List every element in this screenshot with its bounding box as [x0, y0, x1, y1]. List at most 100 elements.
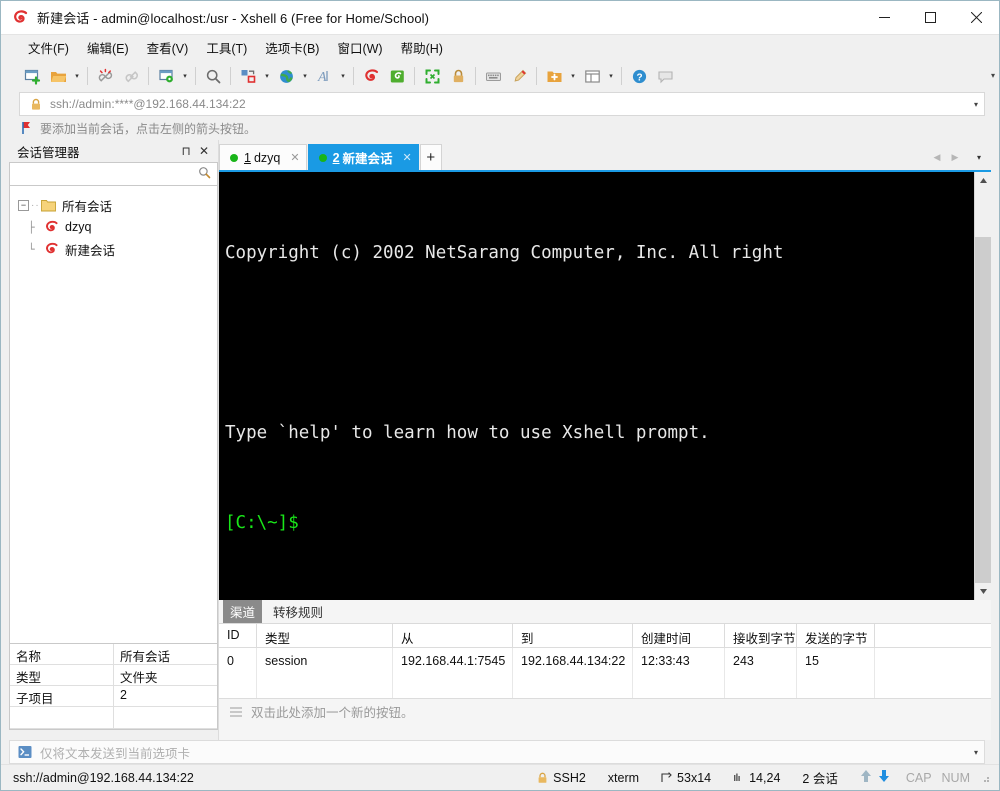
status-terminal-type[interactable]: xterm	[597, 771, 650, 785]
close-button[interactable]	[953, 1, 999, 35]
tree-node-label: 新建会话	[65, 243, 116, 258]
toolbar-separator	[353, 67, 354, 85]
scroll-up-icon[interactable]	[975, 172, 991, 189]
session-properties-icon[interactable]	[153, 64, 179, 88]
column-header-created[interactable]: 创建时间	[633, 624, 725, 647]
terminal-output[interactable]: Copyright (c) 2002 NetSarang Computer, I…	[219, 172, 974, 600]
send-text-bar[interactable]: 仅将文本发送到当前选项卡 ▾	[9, 740, 985, 764]
close-icon[interactable]: ✕	[196, 143, 212, 159]
lock-icon[interactable]	[445, 64, 471, 88]
tab-new-session[interactable]: 2 新建会话 ✕	[307, 144, 419, 170]
minimize-button[interactable]	[861, 1, 907, 35]
session-search-input[interactable]	[9, 162, 218, 186]
folder-icon	[41, 199, 56, 212]
chevron-down-icon[interactable]: ▾	[974, 100, 978, 109]
terminal-scrollbar[interactable]	[974, 172, 991, 600]
red-flag-icon	[21, 121, 33, 135]
split-layout-caret-icon[interactable]: ▾	[605, 64, 617, 88]
tab-prev-icon[interactable]: ◀	[929, 149, 945, 165]
column-header-received[interactable]: 接收到字节	[725, 624, 797, 647]
column-header-id[interactable]: ID	[219, 624, 257, 647]
address-bar[interactable]: ssh://admin:****@192.168.44.134:22 ▾	[19, 92, 985, 116]
menu-help[interactable]: 帮助(H)	[392, 35, 452, 60]
toolbar-overflow-icon[interactable]: ▾	[991, 71, 995, 80]
terminal-line: Type `help' to learn how to use Xshell p…	[225, 423, 710, 443]
tunnel-tab-forwarding-rules[interactable]: 转移规则	[266, 600, 330, 623]
open-folder-caret-icon[interactable]: ▾	[71, 64, 83, 88]
status-cursor-position[interactable]: 14,24	[722, 771, 791, 785]
status-session-count[interactable]: 2 会话	[791, 768, 848, 787]
status-protocol[interactable]: SSH2	[526, 771, 597, 785]
column-header-type[interactable]: 类型	[257, 624, 393, 647]
tree-connector: └	[28, 242, 35, 256]
send-text-input[interactable]: 仅将文本发送到当前选项卡	[40, 743, 190, 762]
resize-grip-icon[interactable]	[979, 772, 991, 784]
menu-tools[interactable]: 工具(T)	[197, 35, 256, 60]
window-controls	[861, 1, 999, 35]
add-to-folder-icon[interactable]	[541, 64, 567, 88]
property-value-empty	[114, 707, 217, 728]
tab-close-icon[interactable]: ✕	[290, 151, 299, 164]
cell-sent: 15	[797, 648, 875, 698]
new-session-icon[interactable]	[19, 64, 45, 88]
tab-list-menu-icon[interactable]: ▾	[971, 149, 987, 165]
hint-bar: 要添加当前会话，点击左侧的箭头按钮。	[1, 116, 999, 140]
keyboard-icon[interactable]	[480, 64, 506, 88]
maximize-button[interactable]	[907, 1, 953, 35]
add-to-folder-caret-icon[interactable]: ▾	[567, 64, 579, 88]
fullscreen-icon[interactable]	[419, 64, 445, 88]
chevron-down-icon[interactable]: ▾	[974, 748, 978, 757]
tab-next-icon[interactable]: ▶	[947, 149, 963, 165]
scrollbar-track[interactable]	[975, 189, 991, 583]
column-header-sent[interactable]: 发送的字节	[797, 624, 875, 647]
column-header-from[interactable]: 从	[393, 624, 513, 647]
column-header-to[interactable]: 到	[513, 624, 633, 647]
menu-file[interactable]: 文件(F)	[19, 35, 78, 60]
chat-icon[interactable]	[652, 64, 678, 88]
collapse-icon[interactable]: −	[18, 199, 29, 211]
find-icon[interactable]	[200, 64, 226, 88]
status-terminal-size[interactable]: 53x14	[650, 771, 722, 785]
session-properties-caret-icon[interactable]: ▾	[179, 64, 191, 88]
tree-node-all-sessions[interactable]: − ·· 所有会话	[10, 194, 217, 216]
status-connection-url: ssh://admin@192.168.44.134:22	[13, 770, 194, 785]
menu-view[interactable]: 查看(V)	[138, 35, 198, 60]
font-icon[interactable]: A	[311, 64, 337, 88]
tree-node-dzyq[interactable]: ├ dzyq	[10, 216, 217, 238]
globe-encoding-icon[interactable]	[273, 64, 299, 88]
globe-encoding-caret-icon[interactable]: ▾	[299, 64, 311, 88]
tree-node-new-session[interactable]: └ 新建会话	[10, 238, 217, 260]
download-arrow-icon	[878, 769, 890, 786]
help-icon[interactable]: ?	[626, 64, 652, 88]
open-folder-icon[interactable]	[45, 64, 71, 88]
xftp-icon[interactable]	[384, 64, 410, 88]
main-area: 1 dzyq ✕ 2 新建会话 ✕ + ◀ ▶ ▾ Copyright (c) …	[219, 140, 999, 740]
svg-text:?: ?	[636, 72, 642, 83]
pin-icon[interactable]: ⊓	[178, 143, 194, 159]
terminal-line: Copyright (c) 2002 NetSarang Computer, I…	[225, 243, 784, 263]
menu-edit[interactable]: 编辑(E)	[78, 35, 138, 60]
toolbar-separator	[536, 67, 537, 85]
session-manager-header: 会话管理器 ⊓ ✕	[9, 140, 218, 162]
transfer-layout-caret-icon[interactable]: ▾	[261, 64, 273, 88]
table-row[interactable]: 0 session 192.168.44.1:7545 192.168.44.1…	[219, 648, 991, 698]
font-caret-icon[interactable]: ▾	[337, 64, 349, 88]
cursor-position-icon	[733, 772, 744, 783]
session-tree[interactable]: − ·· 所有会话 ├ dzyq └ 新建会话	[9, 186, 218, 644]
add-button-hint-bar[interactable]: 双击此处添加一个新的按钮。	[219, 698, 991, 724]
scrollbar-thumb[interactable]	[975, 237, 991, 583]
reconnect-icon[interactable]	[118, 64, 144, 88]
transfer-layout-icon[interactable]	[235, 64, 261, 88]
status-transfer-arrows	[849, 769, 901, 786]
tab-close-icon[interactable]: ✕	[403, 151, 412, 164]
tab-dzyq[interactable]: 1 dzyq ✕	[219, 144, 307, 170]
menu-tab[interactable]: 选项卡(B)	[256, 35, 328, 60]
highlight-pen-icon[interactable]	[506, 64, 532, 88]
scroll-down-icon[interactable]	[975, 583, 991, 600]
disconnect-icon[interactable]	[92, 64, 118, 88]
tunnel-tab-channels[interactable]: 渠道	[223, 600, 263, 623]
menu-window[interactable]: 窗口(W)	[328, 35, 391, 60]
xshell-icon[interactable]	[358, 64, 384, 88]
new-tab-button[interactable]: +	[419, 144, 442, 170]
split-layout-icon[interactable]	[579, 64, 605, 88]
